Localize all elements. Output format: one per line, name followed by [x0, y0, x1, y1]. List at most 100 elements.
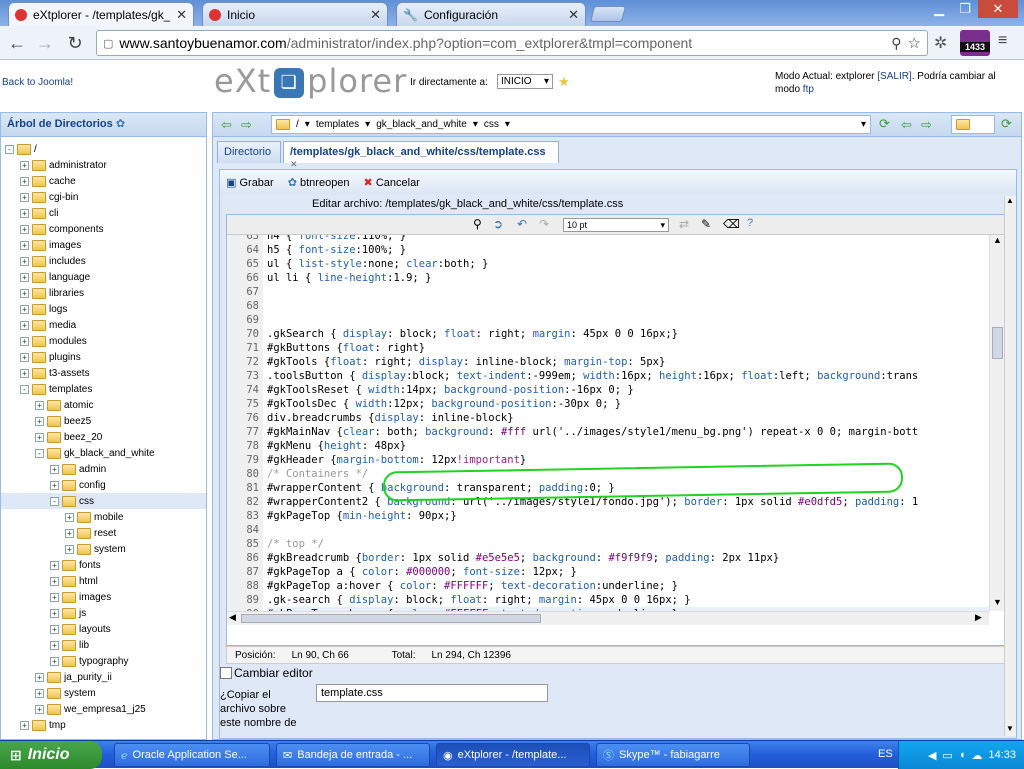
tree-item[interactable]: + mobile — [65, 509, 123, 525]
tree-item[interactable]: + images — [50, 589, 111, 605]
code-line[interactable]: /* Containers */ — [267, 467, 368, 481]
code-line[interactable]: div.breadcrumbs {display: inline-block} — [267, 411, 514, 425]
vertical-scrollbar[interactable]: ▲ ▼ — [989, 235, 1005, 611]
path-combobox[interactable]: / ▾ templates ▾ gk_black_and_white ▾ css ▾ ▾ — [271, 115, 871, 134]
tree-item[interactable]: + modules — [20, 333, 87, 349]
code-area[interactable]: 63 h4 { font-size:110%; } 64 h5 { font-size… — [227, 235, 989, 631]
collapse-icon[interactable]: - — [35, 448, 44, 458]
tree-item[interactable]: + js — [50, 605, 86, 621]
tree-item[interactable]: + images — [20, 237, 81, 253]
folder-select[interactable] — [951, 115, 995, 134]
new-tab-button[interactable] — [589, 6, 627, 22]
tree-item[interactable]: + components — [20, 221, 103, 237]
tree-item[interactable]: + ja_purity_ii — [35, 669, 112, 685]
change-editor-checkbox[interactable] — [220, 667, 232, 679]
task-extplorer[interactable]: ◉ eXtplorer - /template... — [436, 743, 590, 767]
browser-tab-inicio[interactable]: Inicio ✕ — [202, 2, 388, 26]
horizontal-scrollbar[interactable]: ◀ ▶ — [227, 611, 989, 625]
expand-icon[interactable]: + — [50, 480, 59, 490]
code-line[interactable]: .gk-search { display: block; float: righ… — [267, 593, 691, 607]
expand-icon[interactable]: + — [20, 720, 29, 730]
tree-item[interactable]: + tmp — [20, 717, 66, 733]
scroll-up-icon[interactable]: ▲ — [1006, 196, 1014, 205]
address-bar[interactable]: ▢ www.santoybuenamor.com/administrator/i… — [96, 30, 928, 56]
expand-icon[interactable]: + — [35, 400, 44, 410]
crumb-gk[interactable]: gk_black_and_white — [376, 119, 467, 130]
code-line[interactable]: /* top */ — [267, 537, 324, 551]
search-replace-icon[interactable]: ⇄ — [679, 217, 689, 231]
expand-icon[interactable]: + — [50, 656, 59, 666]
volume-icon[interactable]: ◖ — [959, 749, 966, 761]
task-oracle[interactable]: ℯ Oracle Application Se... — [114, 743, 270, 767]
crumb-templates[interactable]: templates — [316, 119, 359, 130]
scroll-right-icon[interactable]: ▶ — [975, 612, 982, 623]
tree-item[interactable]: - / — [5, 141, 37, 157]
browser-tab-configuracion[interactable]: 🔧 Configuración ✕ — [396, 2, 586, 26]
chat-icon[interactable]: ☁ — [971, 749, 982, 762]
tree-item[interactable]: + lib — [50, 637, 89, 653]
close-tab-icon[interactable]: ✕ — [568, 7, 579, 23]
expand-icon[interactable]: + — [20, 368, 29, 378]
back-to-joomla-link[interactable]: Back to Joomla! — [2, 77, 73, 88]
tree-item[interactable]: + admin — [50, 461, 106, 477]
code-line[interactable]: .gkSearch { display: block; float: right… — [267, 327, 678, 341]
extension-icon[interactable]: ✲ — [934, 33, 947, 53]
expand-icon[interactable]: + — [35, 688, 44, 698]
expand-icon[interactable]: + — [20, 320, 29, 330]
expand-icon[interactable]: + — [50, 624, 59, 634]
expand-icon[interactable]: + — [50, 576, 59, 586]
goto-select[interactable]: INICIO ▾ — [497, 74, 553, 89]
tree-item[interactable]: + media — [20, 317, 76, 333]
expand-icon[interactable]: + — [20, 192, 29, 202]
language-indicator[interactable]: ES — [878, 748, 893, 760]
undo-icon[interactable]: ↶ — [517, 217, 527, 231]
code-line[interactable]: #gkBreadcrumb {border: 1px solid #e5e5e5… — [267, 551, 779, 565]
expand-icon[interactable]: + — [20, 240, 29, 250]
tree-item[interactable]: + system — [65, 541, 126, 557]
tree-item[interactable]: + atomic — [35, 397, 93, 413]
expand-icon[interactable]: + — [20, 288, 29, 298]
expand-icon[interactable]: + — [50, 560, 59, 570]
redo-icon[interactable]: ↷ — [539, 217, 549, 231]
expand-icon[interactable]: + — [20, 304, 29, 314]
expand-icon[interactable]: + — [20, 176, 29, 186]
expand-icon[interactable]: + — [20, 160, 29, 170]
tree-item[interactable]: - gk_black_and_white — [35, 445, 155, 461]
forward-arrow-icon[interactable]: → — [32, 31, 58, 55]
collapse-icon[interactable]: - — [50, 496, 59, 506]
tab-directorio[interactable]: Directorio — [217, 141, 281, 163]
code-line[interactable]: #gkToolsReset { width:14px; background-p… — [267, 383, 634, 397]
expand-icon[interactable]: + — [50, 640, 59, 650]
collapse-icon[interactable]: - — [20, 384, 29, 394]
tree-item[interactable]: + language — [20, 269, 90, 285]
task-skype[interactable]: Ⓢ Skype™ - fabiagarre — [596, 743, 750, 767]
code-line[interactable]: h5 { font-size:100%; } — [267, 243, 406, 257]
expand-icon[interactable]: + — [20, 208, 29, 218]
tree-item[interactable]: + plugins — [20, 349, 81, 365]
expand-icon[interactable]: + — [35, 416, 44, 426]
tree-item[interactable]: + includes — [20, 253, 86, 269]
tree-item[interactable]: + fonts — [50, 557, 101, 573]
eraser-icon[interactable]: ⌫ — [723, 217, 740, 231]
tree-item[interactable]: + cache — [20, 173, 76, 189]
tree-item[interactable]: + config — [50, 477, 106, 493]
font-size-select[interactable]: 10 pt ▾ — [563, 218, 669, 232]
search-icon[interactable]: ⚲ — [891, 35, 901, 52]
scroll-up-icon[interactable]: ▲ — [993, 235, 1002, 245]
expand-icon[interactable]: + — [65, 528, 74, 538]
code-line[interactable]: #gkPageTop {min-height: 90px;} — [267, 509, 457, 523]
tree-item[interactable]: + cgi-bin — [20, 189, 78, 205]
expand-icon[interactable]: + — [50, 592, 59, 602]
menu-icon[interactable]: ≡ — [998, 32, 1007, 50]
browser-tab-extplorer[interactable]: eXtplorer - /templates/gk_bla ✕ — [8, 2, 194, 26]
tree-item[interactable]: + logs — [20, 301, 67, 317]
clock[interactable]: 14:33 — [988, 749, 1016, 761]
nav-forward-icon[interactable]: ⇨ — [921, 117, 932, 133]
code-line[interactable]: .toolsButton { display:block; text-inden… — [267, 369, 918, 383]
expand-icon[interactable]: + — [20, 336, 29, 346]
tab-template-css[interactable]: /templates/gk_black_and_white/css/templa… — [283, 141, 559, 169]
goto-icon[interactable]: ➲ — [493, 217, 503, 231]
ftp-link[interactable]: ftp — [803, 84, 814, 95]
code-line[interactable]: #gkPageTop a { color: #000000; font-size… — [267, 565, 577, 579]
logout-link[interactable]: [SALIR] — [877, 71, 911, 82]
